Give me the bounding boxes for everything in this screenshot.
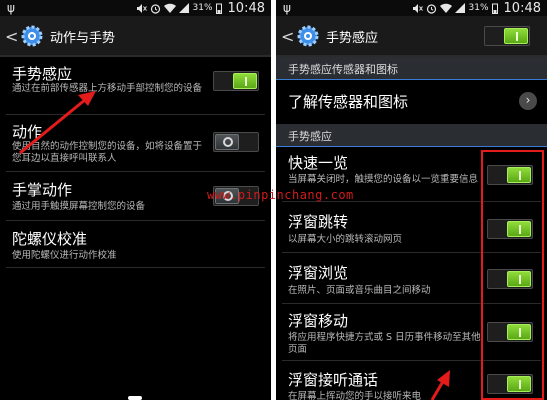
arrow-left-annotation <box>19 91 96 155</box>
watermark: www.pinpinchang.com <box>207 188 354 202</box>
arrow-right-annotation <box>430 370 450 400</box>
